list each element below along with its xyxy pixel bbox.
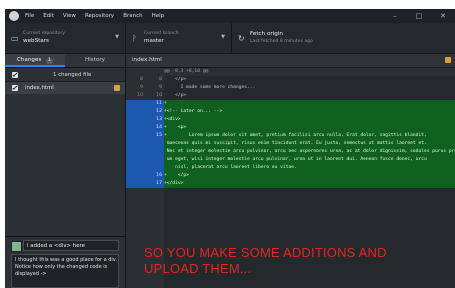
changed-files-header: 1 changed file xyxy=(5,69,125,82)
diff-line-added: + </p> xyxy=(164,172,455,180)
github-logo-icon xyxy=(9,11,19,21)
modified-icon xyxy=(445,57,451,63)
changed-file-name: index.html xyxy=(25,85,54,91)
diff-line-added: + xyxy=(164,100,455,108)
menu-file[interactable]: File xyxy=(25,9,34,23)
branch-name: master xyxy=(144,38,164,44)
toolbar: ▭ Current repository webStars ▼ ᚹ Curren… xyxy=(5,23,455,54)
file-checkbox[interactable] xyxy=(12,85,18,91)
menu-bar: File Edit View Repository Branch Help xyxy=(25,9,164,23)
diff-line-added: Nec et integer molestie arcu pulvinar, a… xyxy=(164,148,455,156)
branch-caption: Current branch xyxy=(144,31,179,36)
repo-caption: Current repository xyxy=(23,31,65,36)
chevron-down-icon: ▼ xyxy=(115,34,119,40)
github-desktop-window: File Edit View Repository Branch Help – … xyxy=(5,9,455,288)
fetch-title: Fetch origin xyxy=(250,31,283,37)
diff-line-added: +<div> xyxy=(164,116,455,124)
sidebar: Changes 1 History 1 changed file index.h… xyxy=(5,54,126,288)
diff-line-added: nisl, placerat arcu laoreet libero eu vi… xyxy=(164,164,455,172)
new-line-number[interactable]: 15 xyxy=(145,132,164,140)
menu-branch[interactable]: Branch xyxy=(123,9,142,23)
diff-line-added: + Lorem ipsum dolor sit amet, pretium fa… xyxy=(164,132,455,140)
commit-description-input[interactable]: I thought this was a good place for a di… xyxy=(11,254,119,288)
current-repository-button[interactable]: ▭ Current repository webStars ▼ xyxy=(5,23,126,53)
sync-icon: ↻ xyxy=(238,34,245,43)
diff-line-added: +</div> xyxy=(164,180,455,188)
diff-file-header: index.html xyxy=(126,54,455,68)
new-line-number[interactable]: 12 xyxy=(145,108,164,116)
commit-description-line: displayed -> xyxy=(15,271,47,277)
sidebar-tabs: Changes 1 History xyxy=(5,54,125,68)
caption-overlay: SO YOU MAKE SOME ADDITIONS AND UPLOAD TH… xyxy=(144,245,454,277)
menu-help[interactable]: Help xyxy=(152,9,165,23)
new-line-number[interactable]: 13 xyxy=(145,116,164,124)
diff-file-name: index.html xyxy=(132,57,162,63)
menu-repository[interactable]: Repository xyxy=(85,9,114,23)
branch-icon: ᚹ xyxy=(132,34,137,43)
old-line-number[interactable]: 10 xyxy=(126,92,145,100)
repo-icon: ▭ xyxy=(11,34,19,43)
fetch-subtitle: Last fetched 8 minutes ago xyxy=(250,39,313,44)
tab-changes-label: Changes xyxy=(16,57,42,63)
new-line-number[interactable]: 8 xyxy=(145,76,164,84)
caption-line: UPLOAD THEM... xyxy=(144,261,252,276)
new-line-number[interactable]: 16 xyxy=(145,172,164,180)
hunk-header: @@ -8,3 +8,10 @@ xyxy=(164,68,455,76)
tab-changes[interactable]: Changes 1 xyxy=(5,54,65,67)
menu-edit[interactable]: Edit xyxy=(43,9,54,23)
changed-files-count: 1 changed file xyxy=(53,72,92,78)
window-controls: – □ ✕ xyxy=(383,9,455,23)
close-icon[interactable]: ✕ xyxy=(431,9,455,23)
old-line-number[interactable]: 8 xyxy=(126,76,145,84)
changes-count-badge: 1 xyxy=(46,58,54,64)
minimize-icon[interactable]: – xyxy=(383,9,407,23)
fetch-origin-button[interactable]: ↻ Fetch origin Last fetched 8 minutes ag… xyxy=(232,23,455,53)
tab-history[interactable]: History xyxy=(65,54,125,67)
new-line-number[interactable]: 10 xyxy=(145,92,164,100)
maximize-icon[interactable]: □ xyxy=(407,9,431,23)
old-line-number[interactable]: 9 xyxy=(126,84,145,92)
caption-line: SO YOU MAKE SOME ADDITIONS AND xyxy=(144,245,387,260)
commit-description-line: Notice how only the changed code is xyxy=(15,264,108,270)
diff-line-added: maecenas quis mi suscipit, risus enim ti… xyxy=(164,140,455,148)
modified-icon xyxy=(114,85,120,91)
avatar xyxy=(11,241,22,252)
diff-line-added: + <p> xyxy=(164,124,455,132)
repo-name: webStars xyxy=(23,38,49,44)
current-branch-button[interactable]: ᚹ Current branch master ▼ xyxy=(126,23,232,53)
changed-file-item[interactable]: index.html xyxy=(5,82,125,94)
chevron-down-icon: ▼ xyxy=(221,34,225,40)
commit-description-line: I thought this was a good place for a di… xyxy=(15,257,117,263)
new-line-number[interactable]: 11 xyxy=(145,100,164,108)
diff-line-added: um eget, wisi integer molestie arcu pulv… xyxy=(164,156,455,164)
new-line-number[interactable]: 17 xyxy=(145,180,164,188)
diff-line-context: I made some more changes... xyxy=(164,85,256,90)
new-line-number[interactable]: 14 xyxy=(145,124,164,132)
diff-line-context: </p> xyxy=(164,93,187,98)
select-all-checkbox[interactable] xyxy=(12,72,18,78)
title-bar: File Edit View Repository Branch Help – … xyxy=(5,9,455,23)
new-line-number[interactable]: 9 xyxy=(145,84,164,92)
diff-line-context: </p> xyxy=(164,77,187,82)
commit-summary-input[interactable]: I added a <div> here xyxy=(23,240,119,251)
diff-line-added: +<!-- Later on... --> xyxy=(164,108,455,116)
menu-view[interactable]: View xyxy=(63,9,76,23)
commit-area: I added a <div> here I thought this was … xyxy=(5,236,125,288)
